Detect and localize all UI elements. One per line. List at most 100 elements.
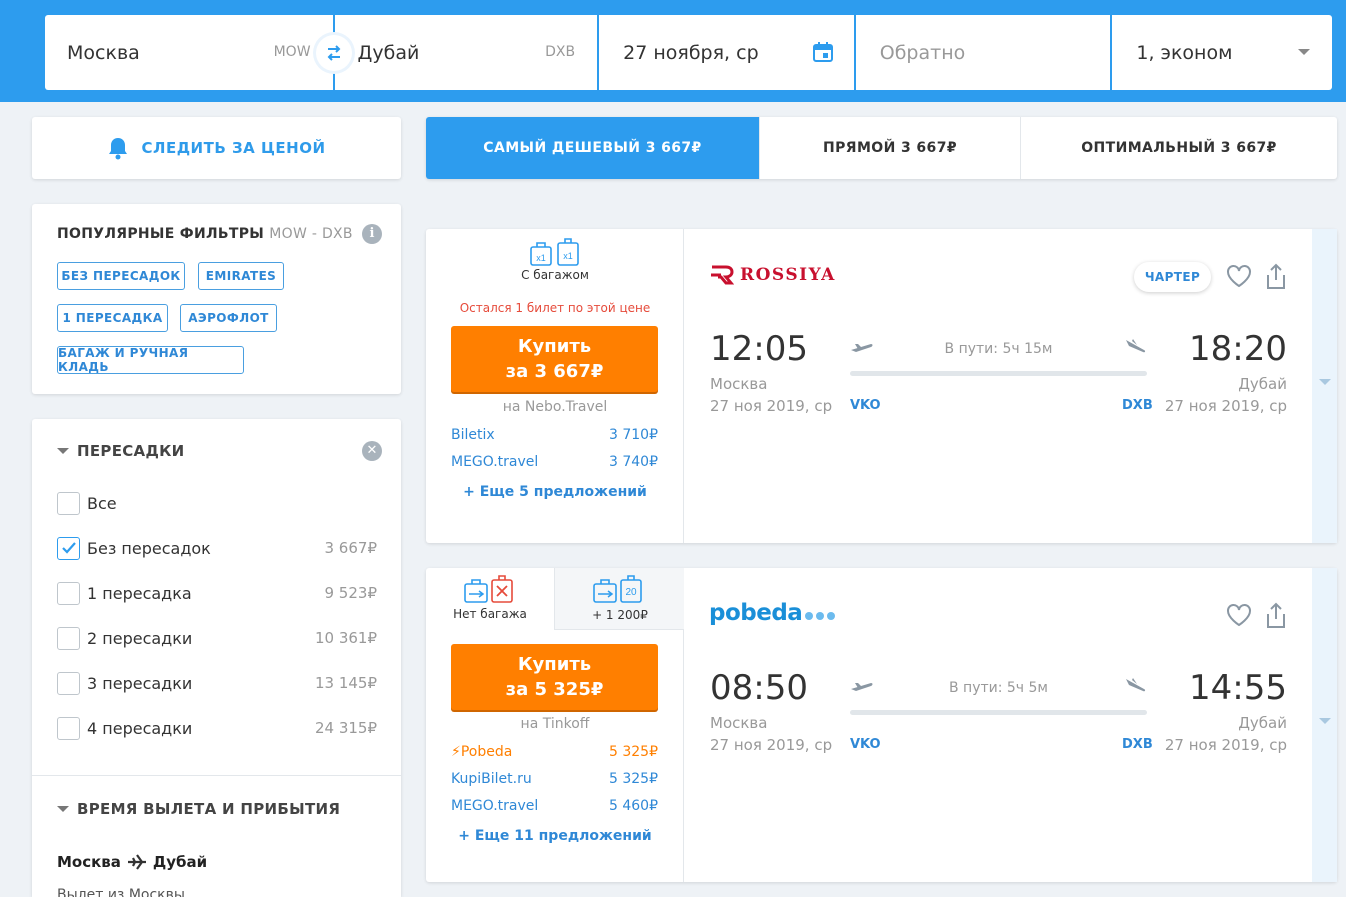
result-card: x1 x1 С багажом Остался 1 билет по этой … [426,229,1337,543]
stop-option-label: 3 пересадки [87,673,193,693]
offer-pane: x1 x1 С багажом Остался 1 билет по этой … [426,229,684,543]
offer-row[interactable]: ⚡Pobeda 5 325₽ [451,744,658,760]
origin-field[interactable]: Москва MOW [45,15,333,90]
stop-option-1[interactable]: 1 пересадка 9 523₽ [57,581,377,605]
stop-option-label: 2 пересадки [87,628,193,648]
svg-text:x1: x1 [563,251,573,261]
checkbox[interactable] [57,626,80,650]
clear-icon[interactable]: ✕ [362,441,382,461]
stop-option-nonstop[interactable]: Без пересадок 3 667₽ [57,536,377,560]
departure-date-field[interactable]: 27 ноября, ср [599,15,854,90]
baggage-option-with[interactable]: 20 + 1 200₽ [554,568,684,630]
checkbox[interactable] [57,716,80,740]
chevron-down-icon [1298,49,1311,55]
return-date-field[interactable]: Обратно [855,15,1111,90]
stop-option-all[interactable]: Все [57,491,377,515]
buy-button[interactable]: Купить за 5 325₽ [451,644,658,710]
destination-code: DXB [545,44,576,60]
expand-strip[interactable] [1312,229,1337,543]
tab-label: ОПТИМАЛЬНЫЙ [1081,140,1216,156]
more-offers-link[interactable]: + Еще 11 предложений [426,828,684,844]
stop-option-price: 13 145₽ [314,674,377,692]
checkbox[interactable] [57,671,80,695]
baggage-alt-price: + 1 200₽ [592,608,648,622]
route-from: Москва [57,853,121,871]
share-icon[interactable] [1264,262,1288,290]
pobeda-dots-icon [805,612,836,620]
buy-label: Купить [517,336,592,357]
expand-strip[interactable] [1312,568,1337,882]
svg-text:20: 20 [625,587,637,598]
time-filter-header[interactable]: ВРЕМЯ ВЫЛЕТА И ПРИБЫТИЯ [57,800,340,818]
svg-text:x1: x1 [536,253,546,263]
charter-badge: ЧАРТЕР [1134,262,1211,292]
chip-nonstop[interactable]: БЕЗ ПЕРЕСАДОК [57,262,185,290]
tab-direct[interactable]: ПРЯМОЙ 3 667₽ [759,117,1020,179]
chip-emirates[interactable]: EMIRATES [198,262,284,290]
baggage-none-icon [464,575,513,603]
airline-name: ROSSIYA [740,265,836,285]
result-card: Нет багажа 20 + 1 200₽ Купить за 5 325₽ … [426,568,1337,882]
stop-option-2[interactable]: 2 пересадки 10 361₽ [57,626,377,650]
stop-option-3[interactable]: 3 пересадки 13 145₽ [57,671,377,695]
destination-field[interactable]: Дубай DXB [334,15,598,90]
checkbox[interactable] [57,536,80,560]
track-price-button[interactable]: СЛЕДИТЬ ЗА ЦЕНОЙ [32,117,401,179]
offer-price: 5 325₽ [609,771,658,787]
tab-price: 3 667₽ [901,140,957,156]
stops-filter-header[interactable]: ПЕРЕСАДКИ [57,442,185,460]
airline-logo: pobeda [709,600,836,626]
baggage-option-none[interactable]: Нет багажа [426,568,554,630]
offer-price: 3 710₽ [609,427,658,443]
swap-button[interactable] [316,35,352,71]
popular-filters-title: ПОПУЛЯРНЫЕ ФИЛЬТРЫ MOW - DXB [57,226,353,242]
calendar-icon [812,42,833,62]
offer-agent: KupiBilet.ru [451,771,532,787]
share-icon[interactable] [1264,601,1288,629]
offer-agent: Pobeda [460,744,513,760]
buy-button[interactable]: Купить за 3 667₽ [451,326,658,392]
collapse-icon [57,448,69,454]
route-to: Дубай [152,853,208,871]
arrival-date: 27 ноя 2019, ср [1164,736,1287,754]
time-filter-sub: Вылет из Москвы [57,887,185,897]
chip-baggage[interactable]: БАГАЖ И РУЧНАЯ КЛАДЬ [57,346,244,374]
checkbox[interactable] [57,491,80,515]
divider [32,775,401,776]
tab-optimal[interactable]: ОПТИМАЛЬНЫЙ 3 667₽ [1020,117,1337,179]
heart-icon[interactable] [1226,264,1252,288]
popular-filters-heading: ПОПУЛЯРНЫЕ ФИЛЬТРЫ [57,226,265,242]
tab-label: САМЫЙ ДЕШЕВЫЙ [483,140,641,156]
offer-agent: MEGO.travel [451,798,539,814]
departure-city: Москва [710,375,768,393]
stops-filter-panel: ПЕРЕСАДКИ ✕ Все Без пересадок 3 667₽ 1 п… [32,419,401,897]
stops-filter-title: ПЕРЕСАДКИ [77,442,185,460]
offer-row[interactable]: KupiBilet.ru 5 325₽ [451,771,658,787]
info-icon[interactable]: i [362,224,382,244]
baggage-label: С багажом [521,268,589,282]
flight-duration: В пути: 5ч 5м [948,680,1048,696]
offer-row[interactable]: MEGO.travel 5 460₽ [451,798,658,814]
stop-option-label: 4 пересадки [87,718,193,738]
checkbox[interactable] [57,581,80,605]
offer-row[interactable]: Biletix 3 710₽ [451,427,658,443]
baggage-label: Нет багажа [453,607,527,621]
lightning-icon: ⚡ [451,744,461,760]
arrival-airport: DXB [1122,398,1153,413]
tab-cheapest[interactable]: САМЫЙ ДЕШЕВЫЙ 3 667₽ [426,117,759,179]
offer-row[interactable]: MEGO.travel 3 740₽ [451,454,658,470]
chip-aeroflot[interactable]: АЭРОФЛОТ [180,304,277,332]
heart-icon[interactable] [1226,603,1252,627]
tickets-left-warning: Остался 1 билет по этой цене [459,301,651,315]
origin-code: MOW [273,44,311,60]
more-offers-link[interactable]: + Еще 5 предложений [426,484,684,500]
offer-agent: MEGO.travel [451,454,539,470]
agency-name: на Nebo.Travel [502,399,608,415]
passengers-select[interactable]: 1, эконом [1112,15,1333,90]
collapse-icon [57,806,69,812]
popular-filters-panel: ПОПУЛЯРНЫЕ ФИЛЬТРЫ MOW - DXB i БЕЗ ПЕРЕС… [32,204,401,394]
stop-option-price: 10 361₽ [314,629,377,647]
chip-one-stop[interactable]: 1 ПЕРЕСАДКА [57,304,168,332]
stop-option-4[interactable]: 4 пересадки 24 315₽ [57,716,377,740]
check-icon [61,542,76,554]
